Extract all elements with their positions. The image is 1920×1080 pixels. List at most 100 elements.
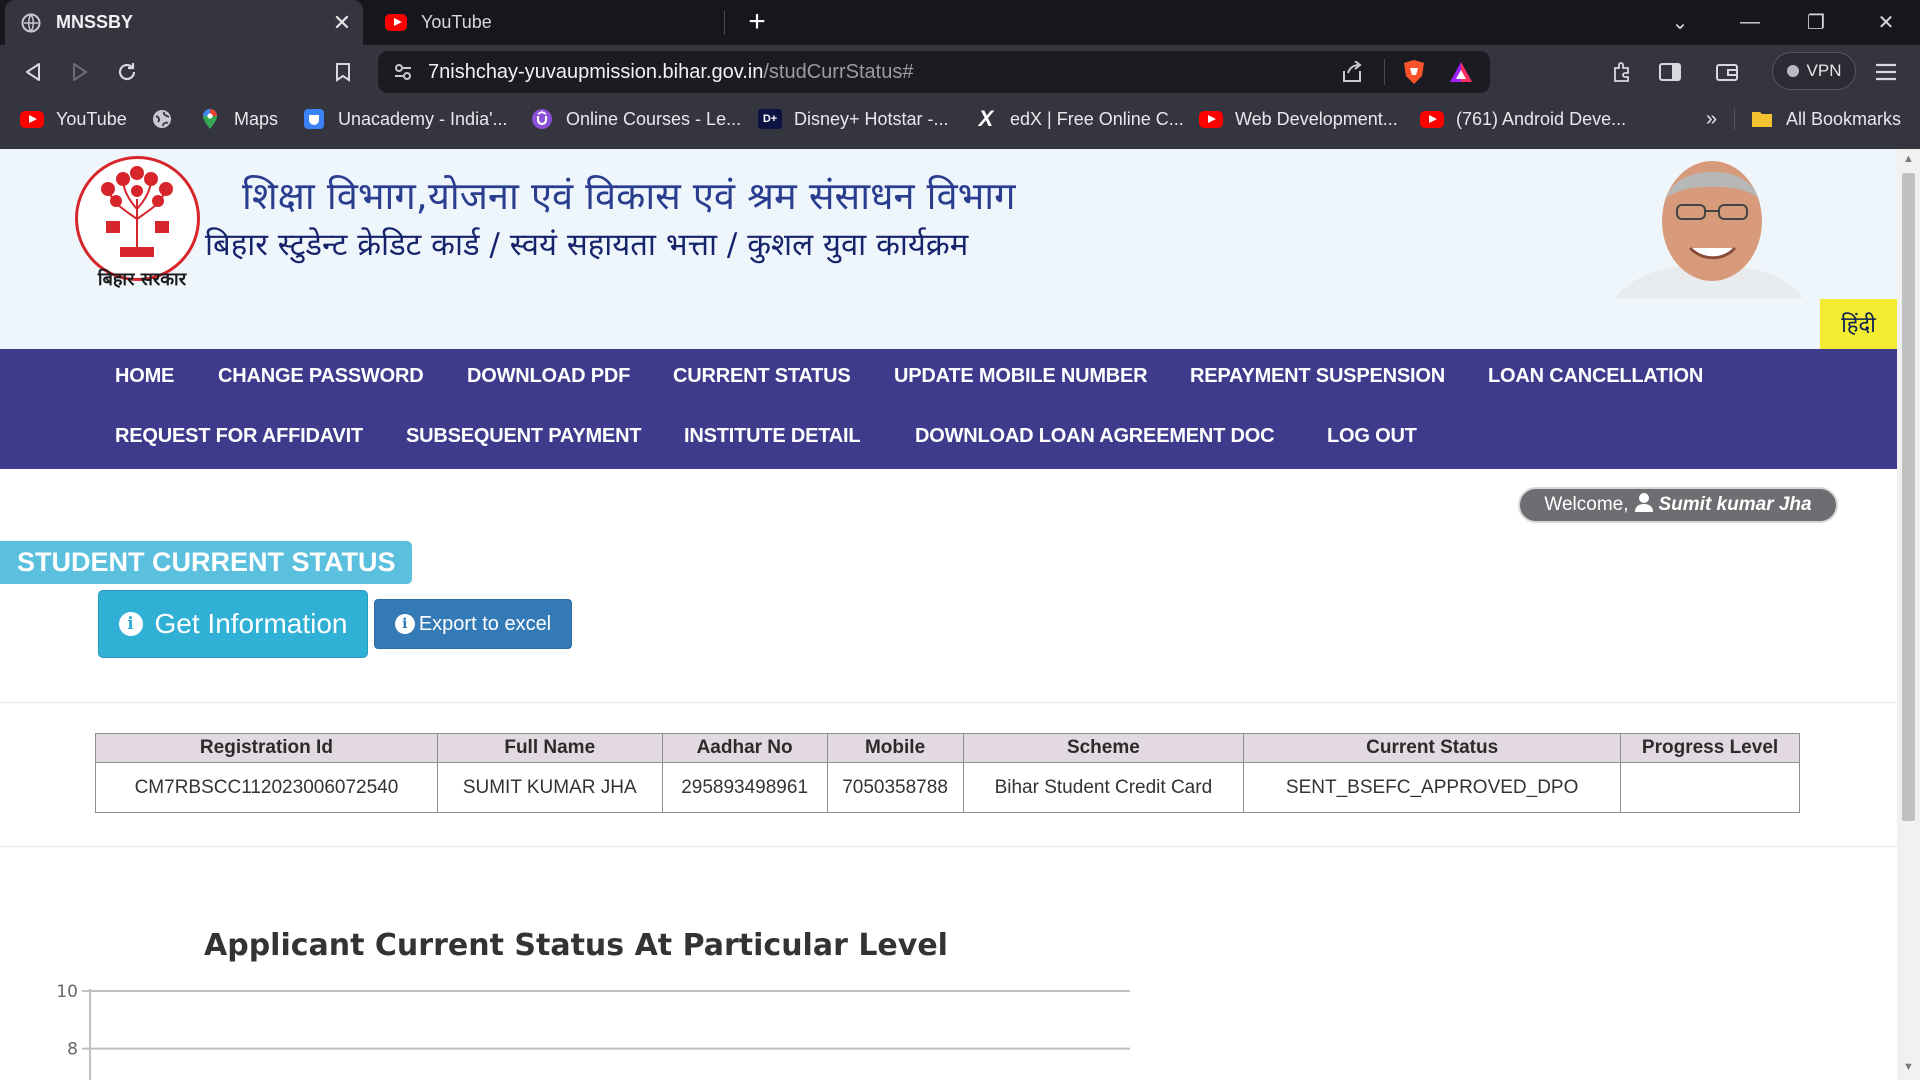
youtube-icon <box>20 109 44 129</box>
bookmark-edx[interactable]: X edX | Free Online C... <box>974 99 1184 139</box>
extensions-icon[interactable] <box>1605 55 1639 89</box>
vpn-status-dot <box>1786 65 1799 77</box>
hindi-language-button[interactable]: हिंदी <box>1820 299 1897 349</box>
nav-download-loan-agreement-doc[interactable]: DOWNLOAD LOAN AGREEMENT DOC <box>915 425 1275 448</box>
bookmark-web-development[interactable]: Web Development... <box>1199 99 1398 139</box>
maps-pin-icon <box>198 109 222 129</box>
tab-mnssby[interactable]: MNSSBY ✕ <box>5 0 363 45</box>
bookmark-icon[interactable] <box>326 55 360 89</box>
nav-loan-cancellation[interactable]: LOAN CANCELLATION <box>1488 365 1703 388</box>
nav-update-mobile-number[interactable]: UPDATE MOBILE NUMBER <box>894 365 1148 388</box>
scheme-subtitle: बिहार स्टुडेन्ट क्रेडिट कार्ड / स्वयं सह… <box>205 227 969 263</box>
nav-current-status[interactable]: CURRENT STATUS <box>673 365 851 388</box>
brave-shields-icon[interactable] <box>1402 59 1426 90</box>
edx-icon: X <box>978 106 994 131</box>
tab-search-chevron-icon[interactable]: ⌄ <box>1650 0 1710 45</box>
site-header: बिहार सरकार शिक्षा विभाग,योजना एवं विकास… <box>0 149 1897 349</box>
main-nav: HOME CHANGE PASSWORD DOWNLOAD PDF CURREN… <box>0 349 1897 469</box>
bookmark-android-dev[interactable]: (761) Android Deve... <box>1420 99 1626 139</box>
cell-progress-level <box>1620 762 1800 813</box>
bookmarks-bar: YouTube Maps Unacademy - India'... Onlin… <box>0 99 1920 149</box>
bookmark-label: Maps <box>234 108 279 129</box>
menu-icon[interactable] <box>1869 55 1903 89</box>
url-divider <box>1384 59 1385 85</box>
minimize-icon[interactable]: — <box>1720 0 1780 45</box>
tab-youtube[interactable]: YouTube <box>370 0 725 45</box>
vpn-button[interactable]: VPN <box>1772 52 1856 90</box>
all-bookmarks-button[interactable]: All Bookmarks <box>1750 99 1901 139</box>
browser-tab-bar: MNSSBY ✕ YouTube + ⌄ — ❐ ✕ <box>0 0 1920 45</box>
nav-change-password[interactable]: CHANGE PASSWORD <box>218 365 424 388</box>
url-host: 7nishchay-yuvaupmission.bihar.gov.in <box>428 61 764 83</box>
globe-icon <box>150 109 174 129</box>
department-title: शिक्षा विभाग,योजना एवं विकास एवं श्रम सं… <box>242 174 1016 218</box>
bookmark-label: YouTube <box>56 108 127 129</box>
nav-institute-detail[interactable]: INSTITUTE DETAIL <box>684 425 861 448</box>
bookmark-youtube[interactable]: YouTube <box>20 99 127 139</box>
wallet-icon[interactable] <box>1710 55 1744 89</box>
section-title: STUDENT CURRENT STATUS <box>0 541 412 584</box>
nav-repayment-suspension[interactable]: REPAYMENT SUSPENSION <box>1190 365 1445 388</box>
bookmark-label: Unacademy - India'... <box>338 108 508 129</box>
cell-aadhar-no: 295893498961 <box>661 762 828 813</box>
nav-log-out[interactable]: LOG OUT <box>1327 425 1417 448</box>
header-full-name: Full Name <box>436 733 663 763</box>
tab-title: MNSSBY <box>56 12 134 32</box>
cell-current-status: SENT_BSEFC_APPROVED_DPO <box>1243 762 1622 813</box>
header-aadhar-no: Aadhar No <box>661 733 828 763</box>
bookmarks-overflow-button[interactable]: » <box>1706 99 1717 139</box>
youtube-icon <box>385 12 407 34</box>
new-tab-plus-icon[interactable]: + <box>740 6 774 40</box>
chart-title: Applicant Current Status At Particular L… <box>204 928 948 963</box>
info-icon: i <box>118 612 143 636</box>
bookmark-label: Disney+ Hotstar -... <box>794 108 949 129</box>
nav-request-for-affidavit[interactable]: REQUEST FOR AFFIDAVIT <box>115 425 363 448</box>
brave-rewards-icon[interactable] <box>1448 60 1474 89</box>
get-information-button[interactable]: i Get Information <box>98 590 368 658</box>
cell-scheme: Bihar Student Credit Card <box>962 762 1245 813</box>
address-bar[interactable]: 7nishchay-yuvaupmission.bihar.gov.in/stu… <box>378 51 1490 93</box>
back-icon[interactable] <box>16 55 50 89</box>
bookmark-label: Online Courses - Le... <box>566 108 742 129</box>
divider <box>0 702 1897 703</box>
nav-subsequent-payment[interactable]: SUBSEQUENT PAYMENT <box>406 425 642 448</box>
page-scrollbar[interactable]: ▲ ▼ <box>1897 149 1920 1080</box>
header-scheme: Scheme <box>962 733 1245 763</box>
bookmark-globe[interactable] <box>150 99 186 139</box>
export-to-excel-button[interactable]: i Export to excel <box>374 599 572 649</box>
all-bookmarks-label: All Bookmarks <box>1786 108 1902 129</box>
bookmark-hotstar[interactable]: D+ Disney+ Hotstar -... <box>758 99 949 139</box>
url-text[interactable]: 7nishchay-yuvaupmission.bihar.gov.in/stu… <box>428 61 913 84</box>
restore-icon[interactable]: ❐ <box>1786 0 1846 45</box>
scroll-up-icon[interactable]: ▲ <box>1902 153 1915 167</box>
vpn-label: VPN <box>1806 61 1842 80</box>
info-icon: i <box>394 614 415 634</box>
scrollbar-thumb[interactable] <box>1902 173 1915 821</box>
bihar-emblem-logo <box>75 156 200 281</box>
cell-full-name: SUMIT KUMAR JHA <box>436 762 663 813</box>
sidebar-icon[interactable] <box>1653 55 1687 89</box>
close-tab-icon[interactable]: ✕ <box>327 10 357 36</box>
bookmark-online-courses[interactable]: Online Courses - Le... <box>530 99 741 139</box>
youtube-icon <box>1199 109 1223 129</box>
share-icon[interactable] <box>1340 60 1364 88</box>
bookmarks-divider <box>1734 108 1735 130</box>
export-label: Export to excel <box>418 612 552 635</box>
reload-icon[interactable] <box>110 55 144 89</box>
nav-download-pdf[interactable]: DOWNLOAD PDF <box>467 365 630 388</box>
nav-home[interactable]: HOME <box>115 365 174 388</box>
status-chart-svg: Applicant Current Status At Particular L… <box>56 928 1130 1080</box>
youtube-icon <box>1420 109 1444 129</box>
forward-icon[interactable] <box>63 55 97 89</box>
bookmark-unacademy[interactable]: Unacademy - India'... <box>302 99 508 139</box>
tab-title: YouTube <box>421 12 492 32</box>
welcome-prefix: Welcome, <box>1544 494 1629 515</box>
tab-divider <box>724 11 725 35</box>
user-icon <box>1634 492 1653 518</box>
close-window-icon[interactable]: ✕ <box>1856 0 1916 45</box>
status-table: Registration Id Full Name Aadhar No Mobi… <box>95 733 1800 813</box>
site-settings-icon[interactable] <box>393 62 413 87</box>
scroll-down-icon[interactable]: ▼ <box>1902 1061 1915 1075</box>
url-path: /studCurrStatus# <box>763 61 914 83</box>
bookmark-maps[interactable]: Maps <box>198 99 278 139</box>
